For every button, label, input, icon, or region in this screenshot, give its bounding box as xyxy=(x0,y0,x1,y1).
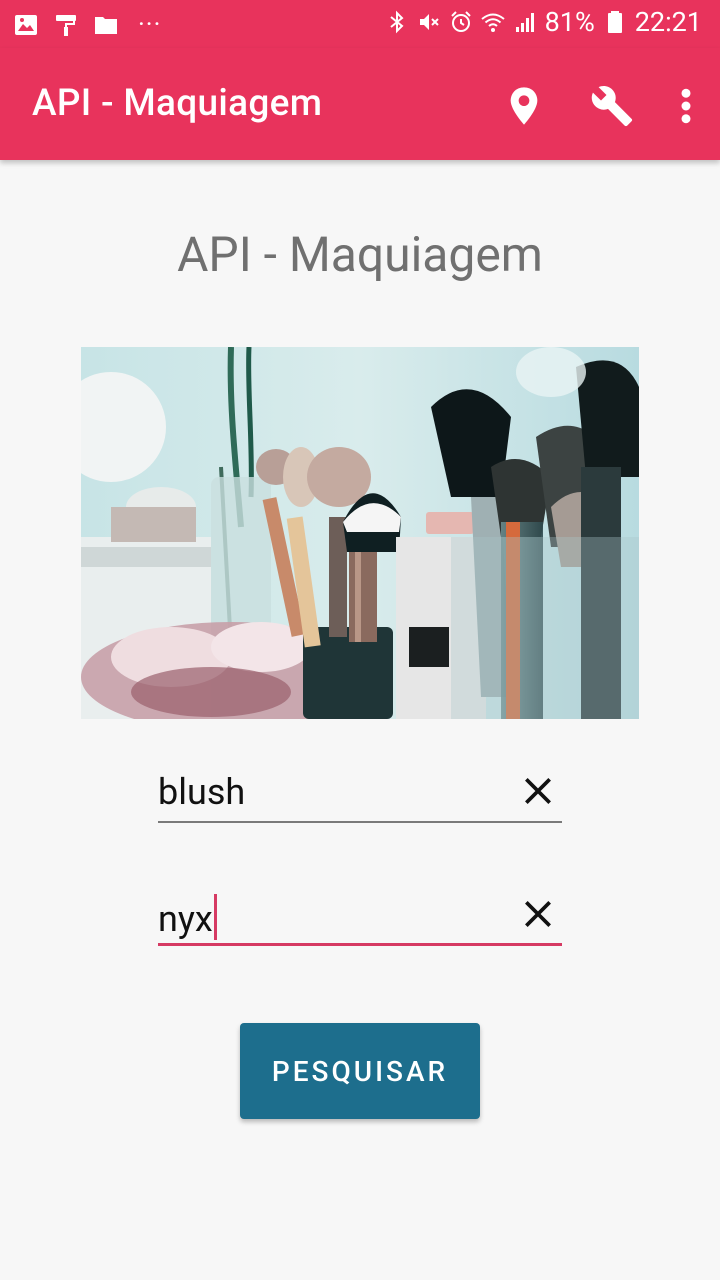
product-type-field[interactable]: blush xyxy=(158,757,562,823)
paint-roller-icon xyxy=(56,15,76,36)
brand-field[interactable]: nyx xyxy=(158,880,562,946)
location-button[interactable] xyxy=(500,82,548,130)
product-type-input[interactable]: blush xyxy=(158,771,245,813)
status-bar: ··· 81% 22:21 xyxy=(0,0,720,48)
clear-brand-button[interactable] xyxy=(518,894,558,934)
alarm-icon xyxy=(450,11,471,32)
location-pin-icon xyxy=(510,87,538,125)
more-vert-icon xyxy=(681,88,691,124)
clear-product-type-button[interactable] xyxy=(518,771,558,811)
wifi-icon xyxy=(480,13,505,32)
gallery-icon xyxy=(15,15,37,35)
close-icon xyxy=(525,901,551,927)
wrench-icon xyxy=(591,86,633,127)
product-type-underline xyxy=(158,821,562,823)
overflow-menu-button[interactable] xyxy=(674,82,698,130)
brand-input-text: nyx xyxy=(158,898,213,940)
folder-icon xyxy=(95,17,117,34)
battery-percent: 81% xyxy=(544,6,595,38)
brand-input[interactable]: nyx xyxy=(158,894,217,940)
signal-icon xyxy=(515,13,534,32)
search-button[interactable]: PESQUISAR xyxy=(240,1023,480,1119)
app-bar-title: API - Maquiagem xyxy=(32,82,323,125)
makeup-brushes-image xyxy=(81,347,639,719)
page-title: API - Maquiagem xyxy=(177,226,543,283)
settings-button[interactable] xyxy=(588,82,636,130)
battery-icon xyxy=(607,11,622,33)
brand-underline xyxy=(158,943,562,946)
bluetooth-icon xyxy=(389,10,404,34)
mute-icon xyxy=(419,14,439,30)
clock-time: 22:21 xyxy=(634,6,702,38)
close-icon xyxy=(525,778,551,804)
more-notifications-icon: ··· xyxy=(138,10,162,40)
app-bar: API - Maquiagem xyxy=(0,48,720,160)
text-cursor xyxy=(213,894,217,940)
